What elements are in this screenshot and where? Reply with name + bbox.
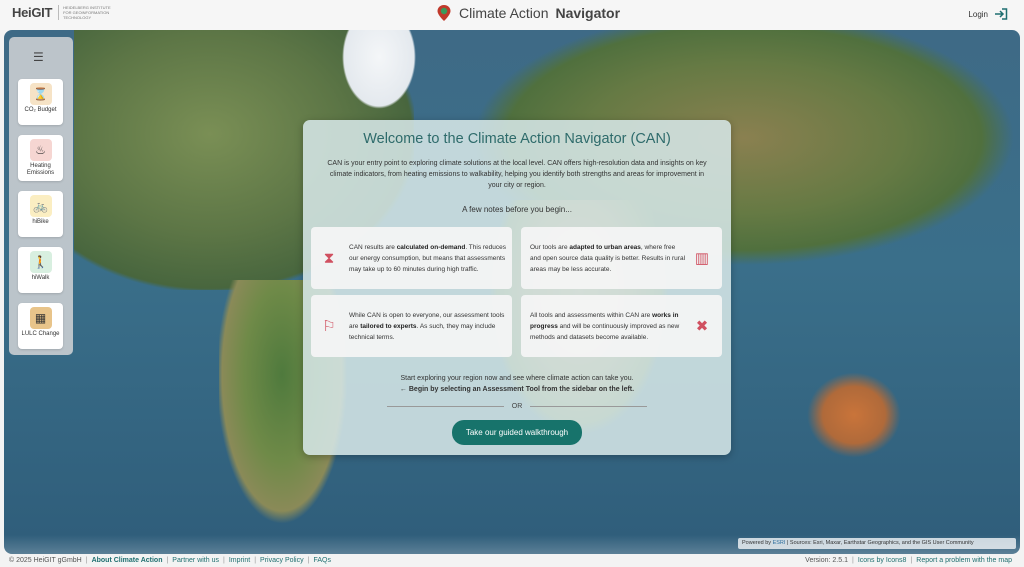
tool-heating-emissions[interactable]: ♨ Heating Emissions (18, 135, 63, 181)
page-footer: © 2025 HeiGIT gGmbH | About Climate Acti… (0, 555, 1024, 567)
report-problem-link[interactable]: Report a problem with the map (916, 555, 1012, 567)
map-pin-icon (437, 5, 451, 21)
hourglass-icon: ⌛ (29, 83, 52, 105)
bike-icon: 🚲 (29, 195, 52, 217)
app-title-main: Climate Action (459, 5, 549, 21)
note-card-on-demand: ⧗ CAN results are calculated on-demand. … (311, 227, 512, 289)
tool-label: hiBike (32, 219, 49, 225)
map-attribution: Powered by ESRI | Sources: Esri, Maxar, … (738, 538, 1016, 549)
note-card-urban: Our tools are adapted to urban areas, wh… (521, 227, 722, 289)
tool-hiwalk[interactable]: 🚶 hiWalk (18, 247, 63, 293)
login-button[interactable]: Login (968, 8, 1008, 20)
copyright-text: © 2025 HeiGIT gGmbH (9, 557, 82, 564)
or-divider: OR (387, 403, 647, 410)
esri-link[interactable]: ESRI (773, 540, 786, 546)
logo-subtitle: Heidelberg Institute for Geoinformation … (58, 5, 120, 20)
tools-icon: ✖ (695, 318, 709, 335)
australia-region (799, 365, 909, 465)
teacher-icon: ⚐ (322, 318, 336, 335)
tool-co2-budget[interactable]: ⌛ CO₂ Budget (18, 79, 63, 125)
app-header: HeiGIT Heidelberg Institute for Geoinfor… (0, 0, 1024, 30)
greenland-region (334, 30, 424, 120)
note-card-experts: ⚐ While CAN is open to everyone, our ass… (311, 295, 512, 357)
walking-icon: 🚶 (29, 251, 52, 273)
guided-walkthrough-button[interactable]: Take our guided walkthrough (452, 420, 582, 445)
heigit-logo[interactable]: HeiGIT Heidelberg Institute for Geoinfor… (12, 5, 120, 20)
tool-label: hiWalk (31, 275, 50, 281)
icons8-link[interactable]: Icons by Icons8 (858, 555, 907, 567)
tool-lulc-change[interactable]: ▦ LULC Change (18, 303, 63, 349)
footer-link-privacy[interactable]: Privacy Policy (260, 555, 304, 567)
hamburger-menu-icon[interactable]: ☰ (33, 50, 44, 64)
footer-link-imprint[interactable]: Imprint (229, 555, 250, 567)
explore-hint: ← Begin by selecting an Assessment Tool … (399, 386, 635, 393)
land-cover-icon: ▦ (29, 307, 52, 329)
app-title-strong: Navigator (555, 5, 621, 21)
logo-text: HeiGIT (12, 5, 53, 20)
radiator-icon: ♨ (29, 139, 52, 161)
divider-line (387, 406, 504, 407)
explore-text: Start exploring your region now and see … (400, 375, 634, 382)
login-label: Login (968, 9, 988, 19)
attribution-powered: Powered by (742, 540, 773, 546)
attribution-sources: | Sources: Esri, Maxar, Earthstar Geogra… (785, 540, 974, 546)
tool-sidebar: ☰ ⌛ CO₂ Budget ♨ Heating Emissions 🚲 hiB… (9, 37, 73, 355)
footer-link-about[interactable]: About Climate Action (92, 555, 163, 567)
buildings-icon: ▥ (694, 250, 710, 267)
tool-label: Heating Emissions (26, 163, 55, 176)
note-card-wip: All tools and assessments within CAN are… (521, 295, 722, 357)
note-text: All tools and assessments within CAN are… (530, 311, 680, 341)
note-text: While CAN is open to everyone, our asses… (349, 311, 505, 341)
app-title: Climate Action Navigator (436, 4, 620, 22)
explore-section: Start exploring your region now and see … (303, 373, 731, 395)
notes-heading: A few notes before you begin... (462, 205, 572, 214)
welcome-title: Welcome to the Climate Action Navigator … (363, 131, 671, 147)
hourglass-icon: ⧗ (323, 249, 335, 267)
tool-label: LULC Change (21, 331, 60, 337)
divider-line (530, 406, 647, 407)
or-label: OR (511, 403, 523, 410)
tool-label: CO₂ Budget (24, 107, 57, 113)
version-text: Version: 2.5.1 (805, 557, 848, 564)
note-text: CAN results are calculated on-demand. Th… (349, 243, 507, 273)
tool-hibike[interactable]: 🚲 hiBike (18, 191, 63, 237)
note-text: Our tools are adapted to urban areas, wh… (530, 243, 686, 273)
welcome-dialog: Welcome to the Climate Action Navigator … (303, 120, 731, 455)
footer-link-partner[interactable]: Partner with us (172, 555, 219, 567)
footer-link-faqs[interactable]: FAQs (313, 555, 331, 567)
login-icon (995, 8, 1008, 20)
welcome-intro: CAN is your entry point to exploring cli… (327, 160, 707, 189)
